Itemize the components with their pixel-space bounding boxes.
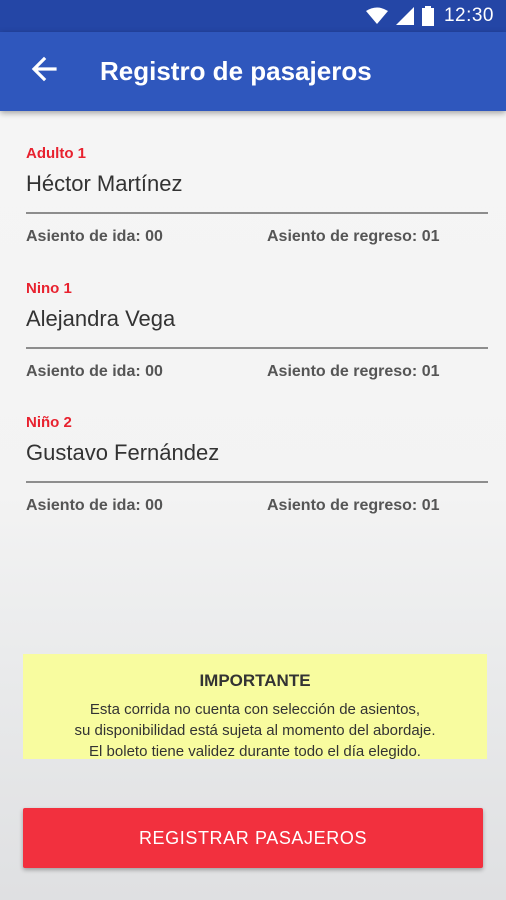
register-passengers-button[interactable]: REGISTRAR PASAJEROS xyxy=(23,808,483,868)
passenger-entry-1: Adulto 1 Héctor Martínez Asiento de ida:… xyxy=(26,145,488,246)
notice-line: El boleto tiene validez durante todo el … xyxy=(89,743,421,760)
notice-line: Esta corrida no cuenta con selección de … xyxy=(89,701,421,718)
seat-info: Asiento de ida: 00 Asiento de regreso: 0… xyxy=(26,363,488,381)
passenger-name-field[interactable]: Alejandra Vega xyxy=(26,307,488,349)
notice-line: su disponibilidad está sujeta al momento… xyxy=(74,722,436,739)
passenger-name-field[interactable]: Héctor Martínez xyxy=(26,172,488,214)
seat-return: Asiento de regreso: 01 xyxy=(267,228,440,245)
passenger-entry-2: Nino 1 Alejandra Vega Asiento de ida: 00… xyxy=(26,280,488,381)
app-bar: Registro de pasajeros xyxy=(0,32,506,111)
arrow-left-icon xyxy=(31,56,57,87)
back-button[interactable] xyxy=(14,42,74,102)
passenger-type-label: Niño 2 xyxy=(26,414,72,431)
passenger-type-label: Nino 1 xyxy=(26,280,72,297)
passenger-name-field[interactable]: Gustavo Fernández xyxy=(26,441,488,483)
page-title: Registro de pasajeros xyxy=(100,56,372,86)
seat-outbound: Asiento de ida: 00 xyxy=(26,228,163,245)
notice-title: IMPORTANTE xyxy=(199,671,311,690)
seat-return: Asiento de regreso: 01 xyxy=(267,497,440,514)
seat-return: Asiento de regreso: 01 xyxy=(267,363,440,380)
battery-icon xyxy=(421,6,434,26)
important-notice: IMPORTANTE Esta corrida no cuenta con se… xyxy=(23,654,487,762)
status-bar: 12:30 xyxy=(0,0,506,32)
seat-info: Asiento de ida: 00 Asiento de regreso: 0… xyxy=(26,228,488,246)
passenger-type-label: Adulto 1 xyxy=(26,145,86,162)
notice-text: Esta corrida no cuenta con selección de … xyxy=(23,699,487,762)
seat-outbound: Asiento de ida: 00 xyxy=(26,497,163,514)
seat-info: Asiento de ida: 00 Asiento de regreso: 0… xyxy=(26,497,488,515)
passenger-entry-3: Niño 2 Gustavo Fernández Asiento de ida:… xyxy=(26,414,488,515)
status-time: 12:30 xyxy=(443,5,494,26)
seat-outbound: Asiento de ida: 00 xyxy=(26,363,163,380)
wifi-icon xyxy=(365,7,388,25)
signal-icon xyxy=(395,7,414,25)
